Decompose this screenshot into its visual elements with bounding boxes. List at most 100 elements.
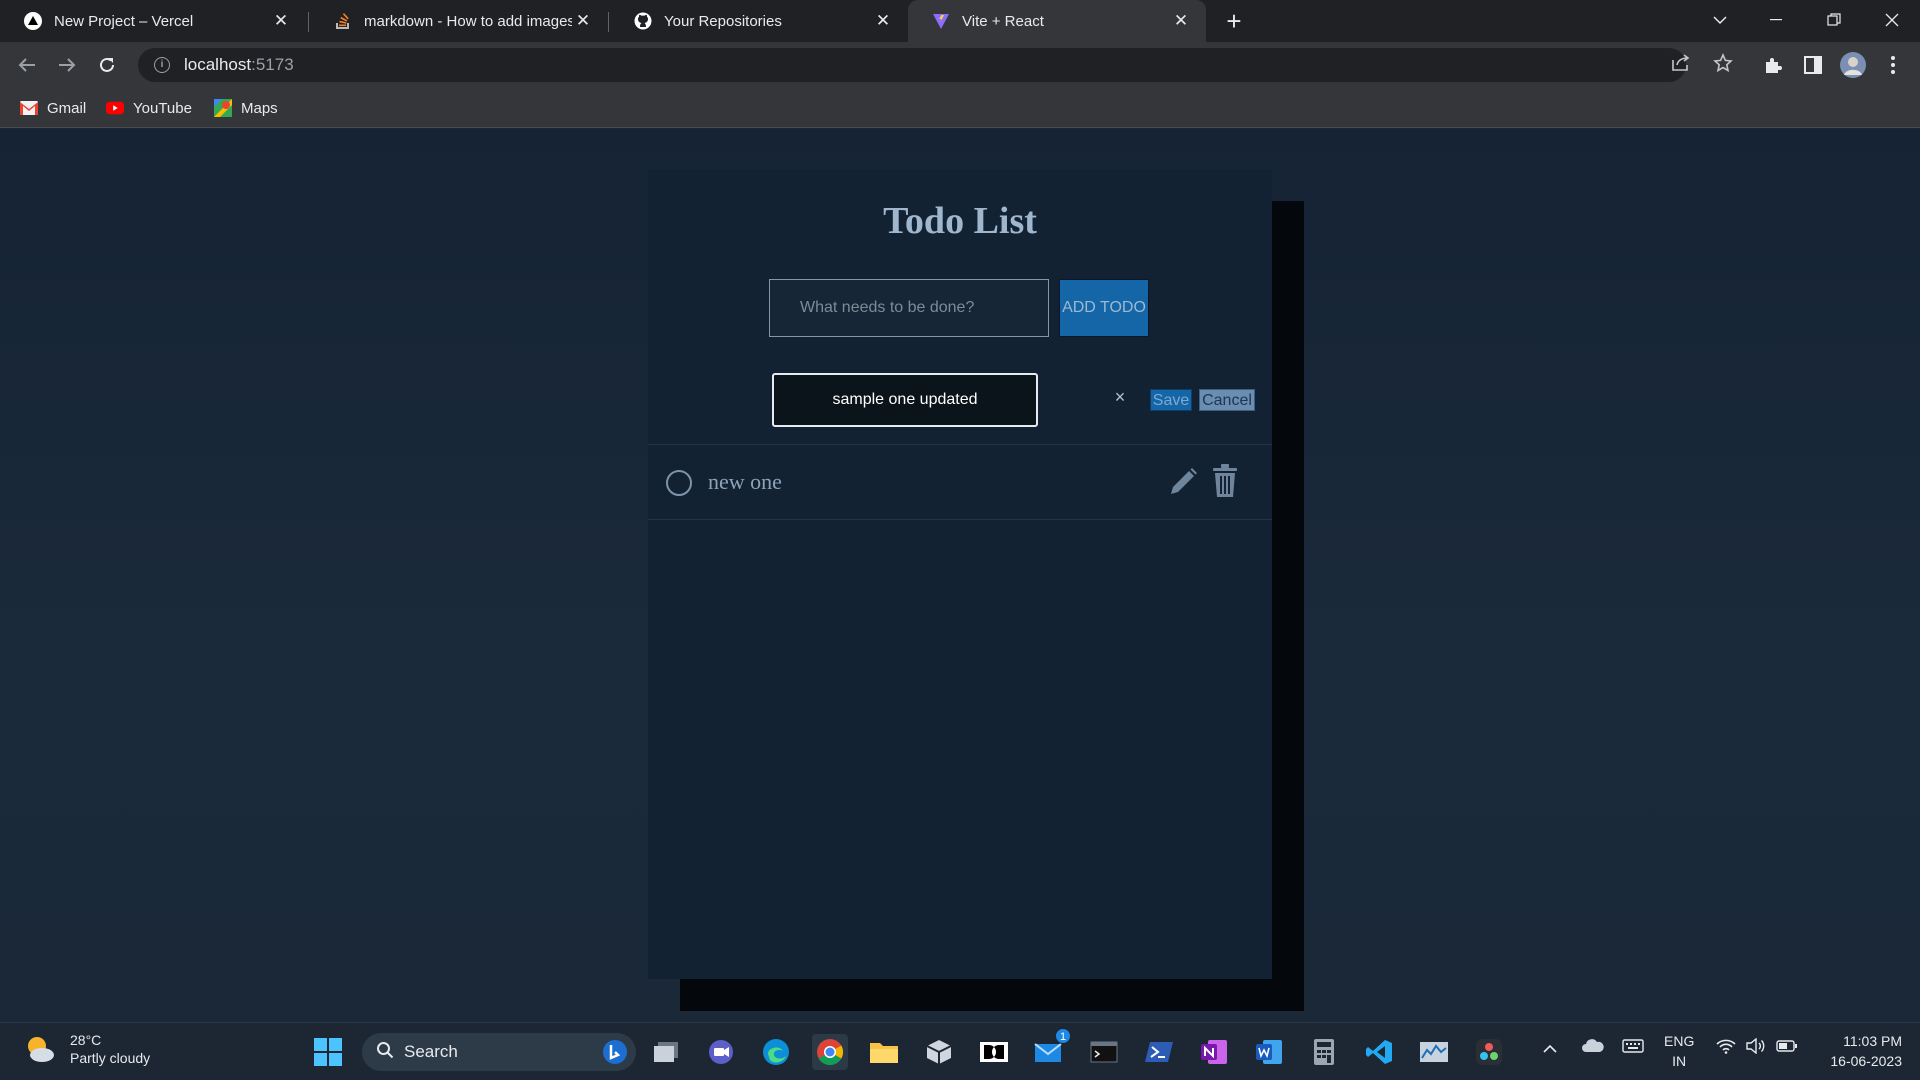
chrome-icon[interactable] <box>812 1034 848 1070</box>
language-indicator[interactable]: ENG IN <box>1664 1031 1694 1071</box>
onedrive-cloud-icon[interactable] <box>1582 1038 1604 1057</box>
cancel-button[interactable]: Cancel <box>1199 389 1255 411</box>
onenote-icon[interactable] <box>1196 1034 1232 1070</box>
bookmark-gmail[interactable]: Gmail <box>20 97 86 119</box>
wifi-icon[interactable] <box>1716 1038 1736 1057</box>
vscode-icon[interactable] <box>1361 1034 1397 1070</box>
reload-icon[interactable] <box>92 50 122 80</box>
bookmarks-bar: Gmail YouTube Maps <box>0 88 1920 128</box>
dolby-icon[interactable] <box>976 1034 1012 1070</box>
page-title: Todo List <box>883 200 1037 242</box>
keyboard-icon[interactable] <box>1622 1039 1644 1056</box>
language-code: ENG <box>1664 1033 1695 1049</box>
side-panel-icon[interactable] <box>1798 50 1828 80</box>
weather-temp: 28°C <box>70 1032 102 1048</box>
forward-arrow-icon[interactable] <box>52 50 82 80</box>
task-view-icon[interactable] <box>648 1034 684 1070</box>
add-todo-button[interactable]: ADD TODO <box>1059 279 1149 337</box>
tab-title: Vite + React <box>962 12 1044 30</box>
windows-taskbar: 28°C Partly cloudy Search 1 ENG IN 11:03… <box>0 1022 1920 1080</box>
word-icon[interactable] <box>1251 1034 1287 1070</box>
share-icon[interactable] <box>1666 48 1696 78</box>
mail-badge: 1 <box>1055 1028 1071 1044</box>
battery-icon[interactable] <box>1776 1039 1798 1056</box>
powershell-icon[interactable] <box>1141 1034 1177 1070</box>
tab-title: New Project – Vercel <box>54 12 194 30</box>
tab-search-chevron-icon[interactable] <box>1692 0 1748 40</box>
system-clock[interactable]: 11:03 PM 16-06-2023 <box>1812 1031 1902 1071</box>
tab-github[interactable]: Your Repositories ✕ <box>610 0 908 42</box>
site-info-icon[interactable]: i <box>154 57 170 73</box>
vercel-icon <box>24 12 42 30</box>
weather-widget[interactable]: 28°C Partly cloudy <box>24 1031 150 1067</box>
url-port: :5173 <box>251 55 294 74</box>
profile-avatar[interactable] <box>1838 50 1868 80</box>
bookmark-maps[interactable]: Maps <box>214 97 278 119</box>
restore-icon[interactable] <box>1806 0 1862 40</box>
clear-input-icon[interactable]: × <box>1110 387 1130 411</box>
close-window-icon[interactable] <box>1864 0 1920 40</box>
resource-monitor-icon[interactable] <box>1416 1034 1452 1070</box>
davinci-icon[interactable] <box>1471 1034 1507 1070</box>
close-icon[interactable]: ✕ <box>572 10 594 32</box>
new-tab-button[interactable]: + <box>1220 8 1248 36</box>
clock-date: 16-06-2023 <box>1830 1053 1902 1069</box>
url-host: localhost <box>184 55 252 74</box>
terminal-icon[interactable] <box>1086 1034 1122 1070</box>
bookmark-label: YouTube <box>133 99 192 117</box>
show-hidden-icons-chevron[interactable] <box>1543 1041 1557 1057</box>
clock-time: 11:03 PM <box>1843 1033 1902 1049</box>
windows-start-icon[interactable] <box>310 1034 346 1070</box>
edge-icon[interactable] <box>758 1034 794 1070</box>
bookmark-label: Gmail <box>47 99 87 117</box>
close-icon[interactable]: ✕ <box>270 10 292 32</box>
bookmark-star-icon[interactable] <box>1708 48 1738 78</box>
trash-delete-icon[interactable] <box>1210 463 1240 499</box>
weather-desc: Partly cloudy <box>70 1050 151 1066</box>
tab-separator <box>608 12 609 32</box>
stackoverflow-icon <box>334 12 352 30</box>
search-label: Search <box>404 1042 458 1061</box>
back-arrow-icon[interactable] <box>12 50 42 80</box>
teams-chat-icon[interactable] <box>703 1034 739 1070</box>
volume-icon[interactable] <box>1746 1037 1766 1057</box>
gmail-icon <box>20 99 38 117</box>
search-icon <box>376 1041 394 1064</box>
close-icon[interactable]: ✕ <box>1170 10 1192 32</box>
mail-icon[interactable]: 1 <box>1031 1028 1071 1070</box>
todo-item: new one <box>648 445 1272 520</box>
close-icon[interactable]: ✕ <box>872 10 894 32</box>
vite-icon <box>932 12 950 30</box>
save-button[interactable]: Save <box>1150 389 1192 411</box>
edit-todo-input[interactable] <box>772 373 1038 427</box>
tab-separator <box>308 12 309 32</box>
url-text: localhost:5173 <box>184 55 294 75</box>
tab-vercel[interactable]: New Project – Vercel ✕ <box>0 0 306 42</box>
page-viewport: Todo List ADD TODO × Save Cancel new one <box>0 129 1920 1022</box>
edit-todo-row: × Save Cancel <box>648 365 1272 445</box>
tab-vite-react[interactable]: Vite + React ✕ <box>908 0 1206 42</box>
calculator-icon[interactable] <box>1306 1034 1342 1070</box>
tab-title: markdown - How to add images to R <box>364 12 572 30</box>
pencil-edit-icon[interactable] <box>1166 465 1200 499</box>
todo-card: Todo List ADD TODO × Save Cancel new one <box>648 169 1272 979</box>
more-menu-icon[interactable] <box>1878 50 1908 80</box>
new-todo-input[interactable] <box>769 279 1049 337</box>
app-icon[interactable] <box>921 1034 957 1070</box>
browser-toolbar: i localhost:5173 <box>0 42 1920 88</box>
partly-cloudy-icon <box>24 1034 56 1064</box>
bookmark-youtube[interactable]: YouTube <box>106 97 192 119</box>
file-explorer-icon[interactable] <box>866 1034 902 1070</box>
tab-strip: New Project – Vercel ✕ markdown - How to… <box>0 0 1920 42</box>
todo-checkbox[interactable] <box>666 470 692 496</box>
address-bar[interactable]: i localhost:5173 <box>138 48 1686 82</box>
youtube-icon <box>106 99 124 117</box>
minimize-icon[interactable] <box>1748 0 1804 40</box>
region-code: IN <box>1672 1053 1687 1069</box>
bing-icon[interactable] <box>602 1039 628 1070</box>
tab-stackoverflow[interactable]: markdown - How to add images to R ✕ <box>310 0 608 42</box>
taskbar-search[interactable]: Search <box>362 1033 636 1071</box>
github-icon <box>634 12 652 30</box>
bookmark-label: Maps <box>241 99 278 117</box>
extensions-icon[interactable] <box>1758 50 1788 80</box>
